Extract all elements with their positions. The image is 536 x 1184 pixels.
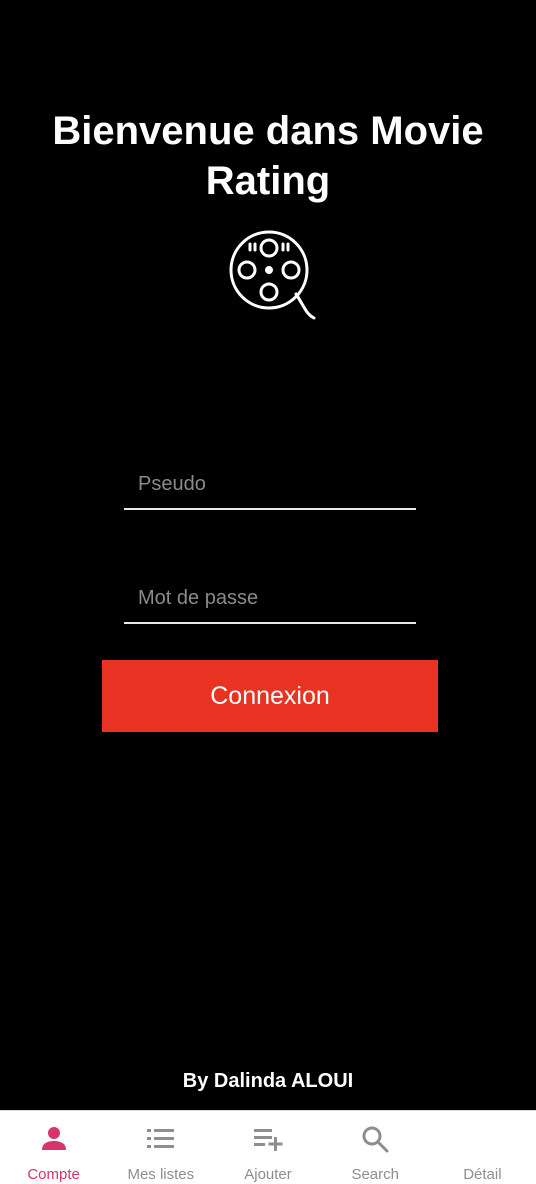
- tab-label: Mes listes: [127, 1166, 195, 1183]
- tab-label: Détail: [463, 1166, 502, 1183]
- bottom-tab-bar: Compte Mes listes Ajouter Search Détail: [0, 1110, 536, 1184]
- person-icon: [41, 1127, 66, 1150]
- login-screen: Bienvenue dans Movie Rating Connexion By…: [0, 0, 536, 1184]
- tab-detail[interactable]: Détail: [429, 1111, 536, 1184]
- film-reel-icon: [229, 230, 316, 320]
- tab-ajouter[interactable]: Ajouter: [214, 1111, 321, 1184]
- playlist-add-icon: [254, 1129, 283, 1151]
- username-field[interactable]: [124, 460, 416, 508]
- tab-label: Ajouter: [244, 1166, 292, 1183]
- author-credit: By Dalinda ALOUI: [182, 1070, 354, 1092]
- tab-compte[interactable]: Compte: [0, 1111, 107, 1184]
- search-icon: [362, 1126, 389, 1153]
- password-field[interactable]: [124, 574, 416, 622]
- tab-label: Compte: [27, 1166, 80, 1183]
- tab-mes-listes[interactable]: Mes listes: [107, 1111, 214, 1184]
- password-field-container: [124, 574, 416, 624]
- tab-search[interactable]: Search: [322, 1111, 429, 1184]
- username-field-container: [124, 460, 416, 510]
- page-title: Bienvenue dans Movie Rating: [52, 109, 484, 203]
- login-button[interactable]: Connexion: [102, 660, 438, 732]
- tab-label: Search: [351, 1166, 399, 1183]
- list-icon: [146, 1129, 174, 1148]
